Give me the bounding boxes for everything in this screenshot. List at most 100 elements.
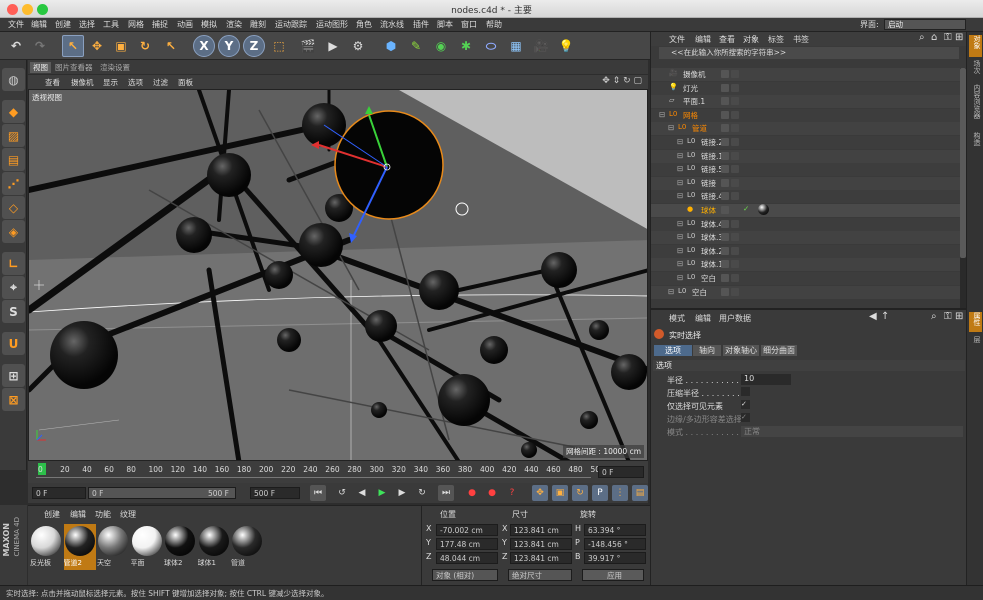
apply-button[interactable]: 应用 [582,569,644,581]
model-mode-icon[interactable]: ◆ [2,100,25,123]
go-to-start-icon[interactable]: ⏮ [310,485,326,501]
object-row[interactable]: 💡 灯光 [651,81,967,95]
y-axis-icon[interactable]: Y [218,35,240,57]
subdivision-icon[interactable]: ◉ [430,35,452,57]
menu-script[interactable]: 脚本 [437,19,453,30]
object-name[interactable]: 管道 [692,123,707,134]
record-scale-icon[interactable]: ▣ [552,485,568,501]
next-key-icon[interactable]: ↻ [414,485,430,501]
obj-menu-view[interactable]: 查看 [719,34,735,45]
viewport-menu-filter[interactable]: 过滤 [150,77,171,88]
expand-toggle-icon[interactable]: ⊟ [677,178,683,187]
visibility-toggle[interactable] [721,178,729,187]
render-toggle[interactable] [731,206,739,214]
visibility-toggle[interactable] [721,110,729,119]
object-search-input[interactable]: <<在此输入你所搜索的字符串>> [659,47,959,59]
menu-character[interactable]: 角色 [356,19,372,30]
object-name[interactable]: 空白 [701,273,716,284]
visibility-toggle[interactable] [721,274,729,282]
position-field[interactable]: -70.002 cm [436,524,498,536]
undo-icon[interactable]: ↶ [5,35,27,57]
expand-toggle-icon[interactable]: ⊟ [677,232,683,241]
visibility-toggle[interactable] [721,151,729,160]
frame-range-slider[interactable]: 0 F 500 F [88,487,236,499]
next-frame-icon[interactable]: ▶ [394,485,410,501]
record-parameter-icon[interactable]: P [592,485,608,501]
timeline-ruler[interactable]: 0 20 40 60 80 100 120 140 160 180 200 220 240 260 280 3… [28,461,648,483]
attr-tab-options[interactable]: 选项 [654,345,692,356]
object-name[interactable]: 球体 [701,205,716,216]
visibility-toggle[interactable] [721,219,729,228]
render-toggle[interactable] [731,70,739,78]
record-rotation-icon[interactable]: ↻ [572,485,588,501]
planar-workplane-icon[interactable]: ⊠ [2,388,25,411]
viewport-menu-display[interactable]: 显示 [100,77,121,88]
points-mode-icon[interactable]: ⋰ [2,172,25,195]
object-row[interactable]: ⊟ L0 球体.1 [651,258,967,272]
expand-toggle-icon[interactable]: ⊟ [677,137,683,146]
visibility-toggle[interactable] [721,206,729,214]
object-name[interactable]: 摄像机 [683,69,706,80]
object-row[interactable]: ⊟ L0 空白 [651,272,967,285]
obj-menu-objects[interactable]: 对象 [743,34,759,45]
expand-toggle-icon[interactable]: ⊟ [668,123,674,132]
camera-tool-icon[interactable]: 🎥 [530,35,552,57]
expand-toggle-icon[interactable]: ⊟ [677,219,683,228]
visibility-toggle[interactable] [721,165,729,174]
expand-toggle-icon[interactable]: ⊟ [659,110,665,119]
object-name[interactable]: 球体.3 [701,232,723,243]
rotation-field[interactable]: 39.917 ° [584,552,646,564]
size-field[interactable]: 123.841 cm [510,538,572,550]
menu-plugins[interactable]: 插件 [413,19,429,30]
object-row[interactable]: ⊟ L0 空白 [651,285,967,299]
recent-tool-icon[interactable]: ↖ [160,35,182,57]
attr-tab-subdivision[interactable]: 细分曲面 [761,345,797,356]
obj-menu-edit[interactable]: 编辑 [695,34,711,45]
deformer-icon[interactable]: ⬭ [480,35,502,57]
redo-icon[interactable]: ↷ [29,35,51,57]
attr-checkbox[interactable] [741,387,750,396]
home-icon[interactable]: ⌂ [931,32,937,43]
scale-icon[interactable]: ▣ [110,35,132,57]
attr-lock-icon[interactable]: ⚿ [944,311,952,322]
autokey-icon[interactable]: ● [484,485,500,501]
tab-render-settings[interactable]: 渲染设置 [97,62,133,73]
timeline-end-field[interactable]: 0 F [598,466,644,478]
material-swatch[interactable]: 球体1 [198,524,230,570]
menu-render[interactable]: 渲染 [226,19,242,30]
menu-snap[interactable]: 捕捉 [152,19,168,30]
axis-mode-icon[interactable]: ∟ [2,252,25,275]
interface-dropdown[interactable]: 启动 [884,19,966,30]
render-toggle[interactable] [731,110,739,119]
tab-viewport[interactable]: 视图 [30,62,51,73]
mat-menu-texture[interactable]: 纹理 [120,509,136,520]
menu-mesh[interactable]: 网格 [128,19,144,30]
render-toggle[interactable] [731,260,739,269]
expand-toggle-icon[interactable]: ⊟ [677,246,683,255]
render-toggle[interactable] [731,233,739,242]
render-toggle[interactable] [731,178,739,187]
previous-frame-icon[interactable]: ◀ [354,485,370,501]
material-swatch[interactable]: 天空 [97,524,129,570]
obj-menu-tags[interactable]: 标签 [768,34,784,45]
object-row[interactable]: ⊟ L0 网格 [651,108,967,122]
size-field[interactable]: 123.841 cm [510,552,572,564]
coord-mode-dropdown[interactable]: 对象 (相对) [432,569,498,581]
expand-toggle-icon[interactable]: ⊟ [677,191,683,200]
expand-toggle-icon[interactable]: ⊟ [677,273,683,282]
render-settings-icon[interactable]: ⚙ [347,35,369,57]
record-position-icon[interactable]: ✥ [532,485,548,501]
object-name[interactable]: 链接 [701,178,716,189]
current-frame-field[interactable]: 0 F [32,487,86,499]
attr-tab-axis[interactable]: 轴向 [693,345,721,356]
object-row[interactable]: 🎥 摄像机 [651,68,967,81]
side-tab-attributes[interactable]: 属性 [969,312,982,332]
material-tag-icon[interactable] [758,204,769,215]
material-swatch[interactable]: 球体2 [164,524,196,570]
cloner-icon[interactable]: ✱ [455,35,477,57]
render-picture-viewer-icon[interactable]: ▶ [322,35,344,57]
render-toggle[interactable] [731,246,739,255]
rotation-field[interactable]: 63.394 ° [584,524,646,536]
polygons-mode-icon[interactable]: ◈ [2,220,25,243]
visibility-toggle[interactable] [721,70,729,78]
